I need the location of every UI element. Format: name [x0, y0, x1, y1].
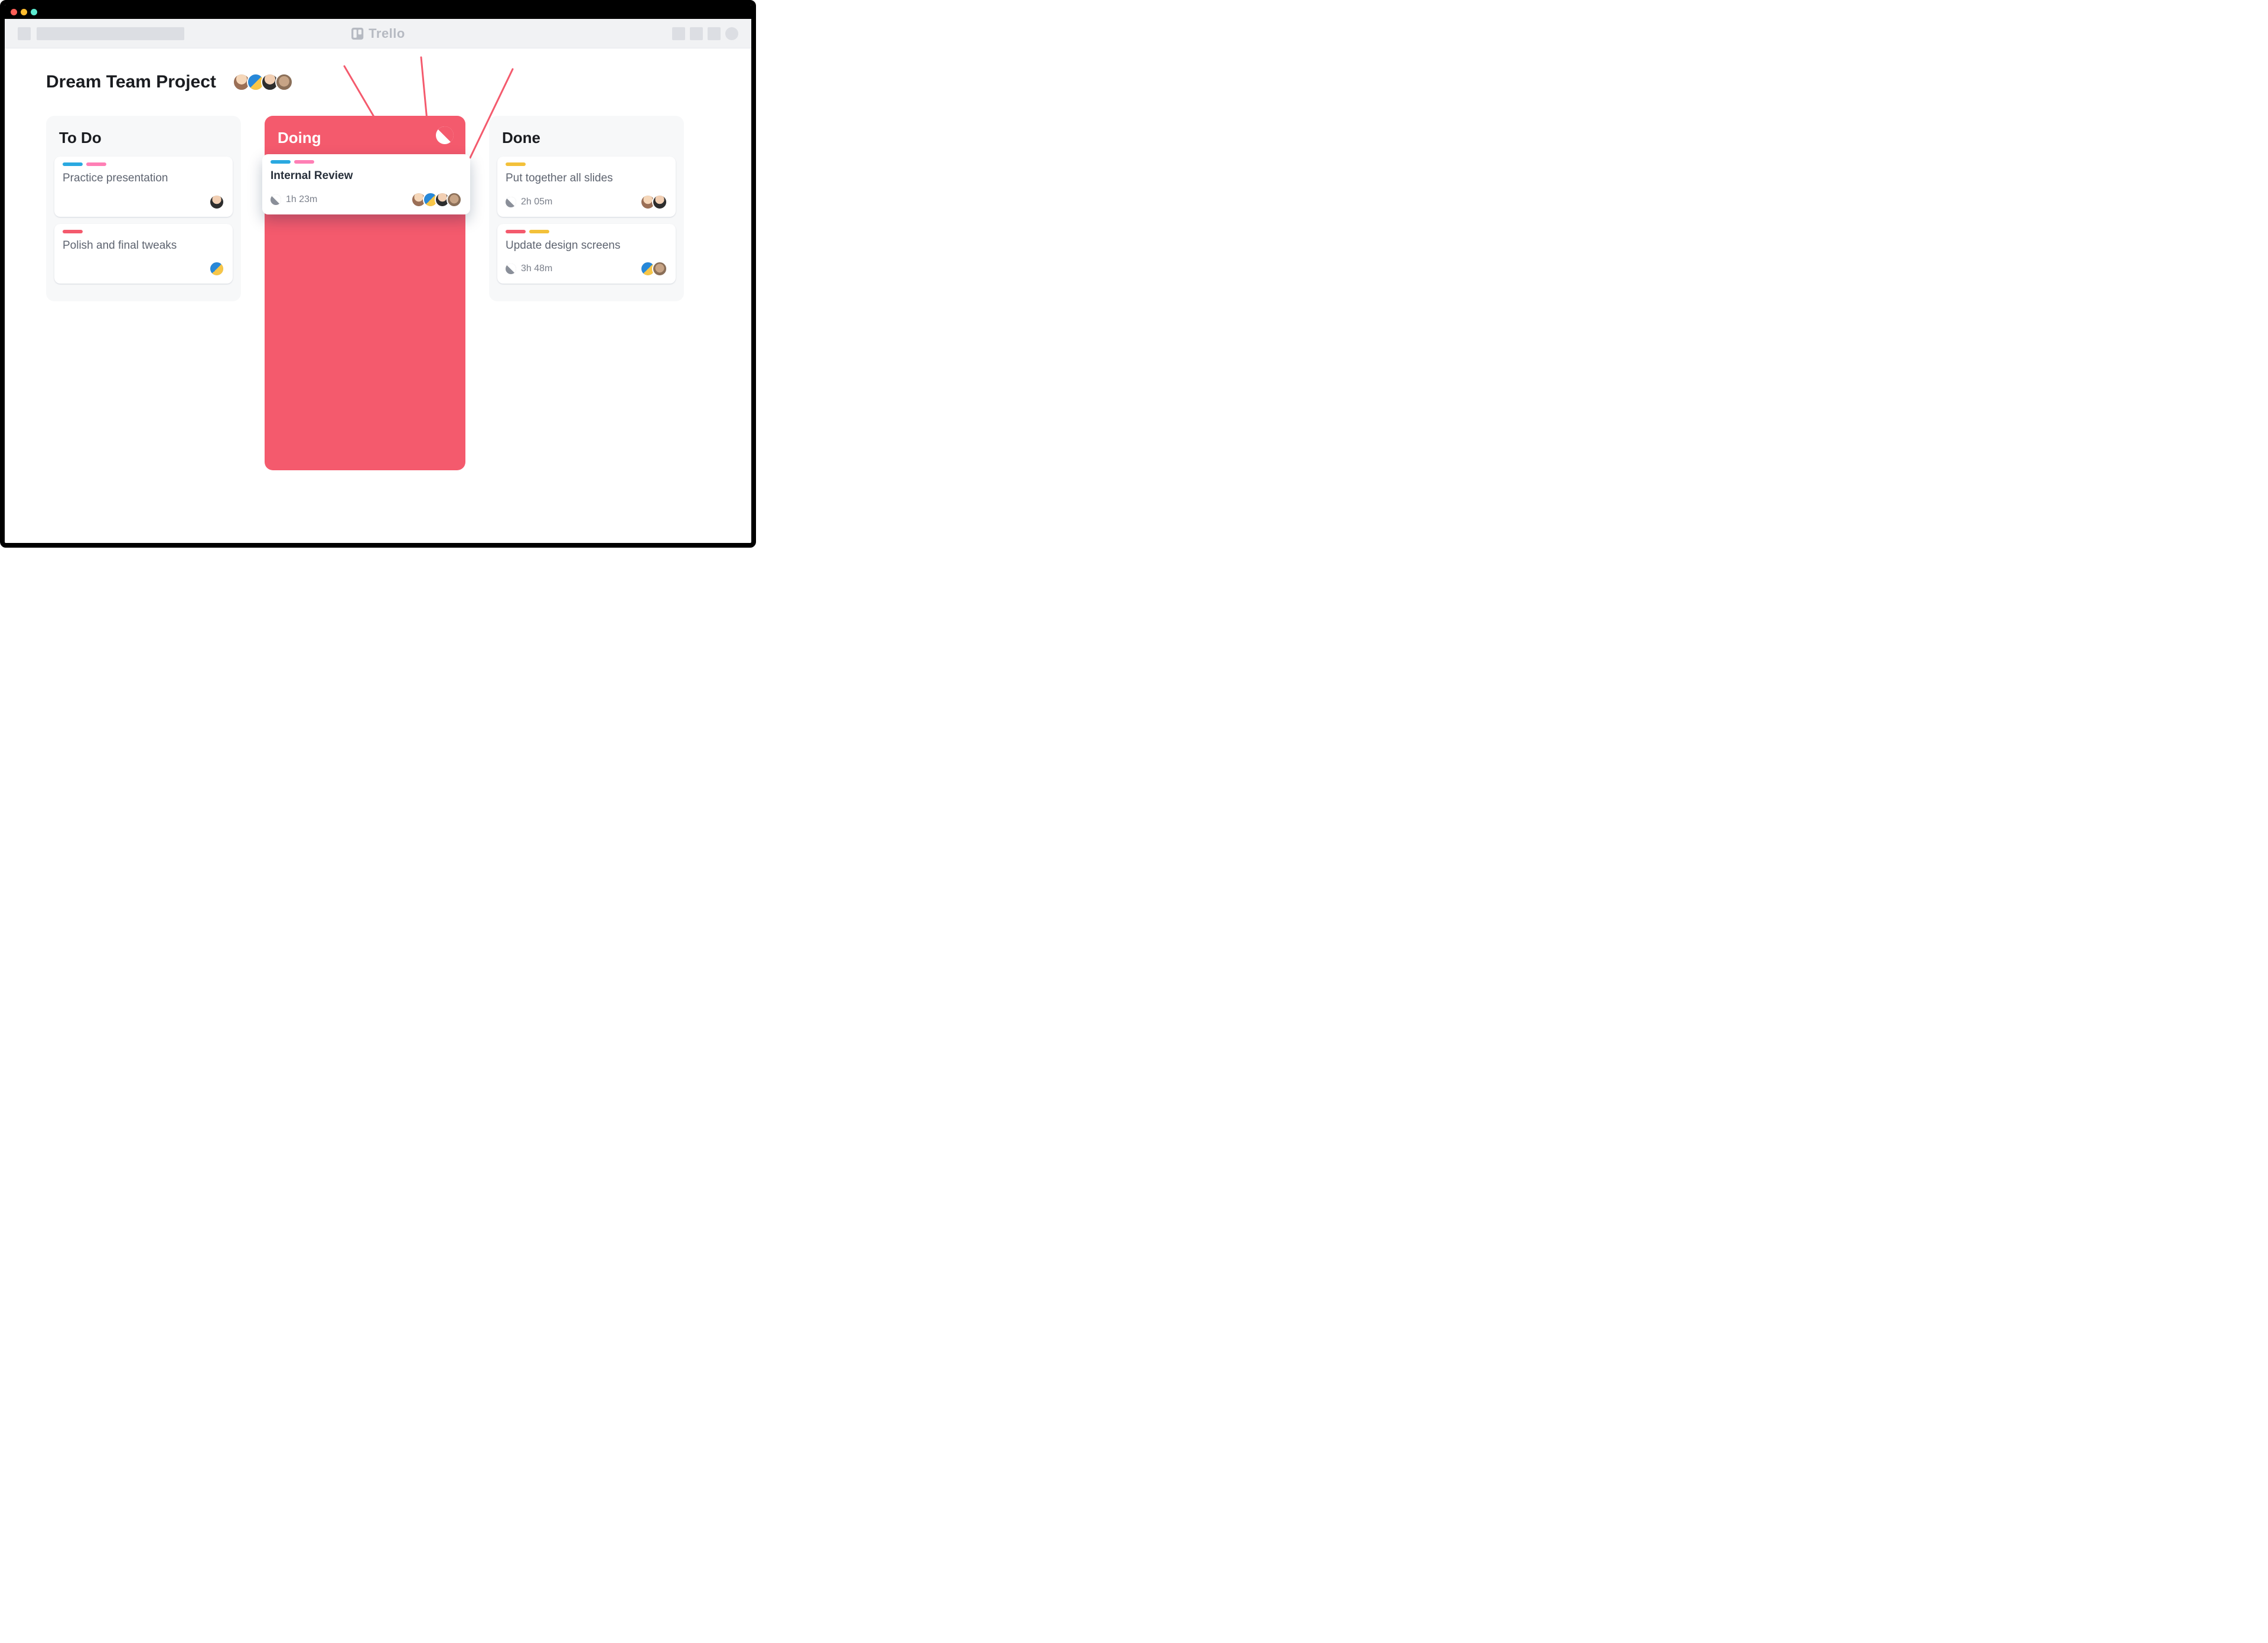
list-title[interactable]: To Do: [54, 126, 233, 157]
card-title: Update design screens: [506, 238, 667, 253]
toolbar-placeholder-button[interactable]: [18, 27, 31, 40]
toolbar-placeholder-action-3[interactable]: [708, 27, 721, 40]
card-time-tracked: 1h 23m: [271, 194, 317, 205]
time-value: 2h 05m: [521, 197, 552, 207]
avatar[interactable]: [652, 261, 667, 276]
card-members: [209, 261, 224, 276]
toolbar-placeholder-action-1[interactable]: [672, 27, 685, 40]
app-name: Trello: [369, 26, 405, 41]
trello-logo-icon: [351, 27, 364, 40]
label-pink[interactable]: [86, 162, 106, 166]
label-yellow[interactable]: [529, 230, 549, 233]
label-blue[interactable]: [271, 160, 291, 164]
list-title[interactable]: Done: [497, 126, 676, 157]
card-members: [640, 194, 667, 210]
toolbar-placeholder-avatar[interactable]: [725, 27, 738, 40]
avatar[interactable]: [652, 194, 667, 210]
card-labels: [271, 160, 462, 164]
label-yellow[interactable]: [506, 162, 526, 166]
card-members: [411, 192, 462, 207]
board-area: Dream Team Project To Do Practice presen…: [5, 48, 751, 470]
card-footer: [63, 261, 224, 276]
card-title: Polish and final tweaks: [63, 238, 224, 253]
label-coral[interactable]: [506, 230, 526, 233]
card-labels: [506, 162, 667, 166]
avatar[interactable]: [209, 194, 224, 210]
window-titlebar: [5, 5, 751, 19]
card[interactable]: Practice presentation: [54, 157, 233, 217]
card-footer: 1h 23m: [271, 192, 462, 207]
list-title[interactable]: Doing: [273, 126, 457, 157]
board-title[interactable]: Dream Team Project: [46, 72, 216, 92]
window-maximize-icon[interactable]: [31, 9, 37, 15]
avatar[interactable]: [447, 192, 462, 207]
app-brand: Trello: [351, 26, 405, 41]
card[interactable]: Internal Review 1h 23m: [262, 154, 470, 214]
label-blue[interactable]: [63, 162, 83, 166]
card-labels: [63, 162, 224, 166]
label-coral[interactable]: [63, 230, 83, 233]
app-window: Trello Dream Team Project: [0, 0, 756, 548]
toolbar-placeholder-action-2[interactable]: [690, 27, 703, 40]
board-members[interactable]: [233, 73, 293, 91]
card-footer: [63, 194, 224, 210]
list-done[interactable]: Done Put together all slides 2h 05m: [489, 116, 684, 301]
card[interactable]: Put together all slides 2h 05m: [497, 157, 676, 217]
card-labels: [506, 230, 667, 233]
window-minimize-icon[interactable]: [21, 9, 27, 15]
board-header: Dream Team Project: [46, 72, 710, 92]
card[interactable]: Polish and final tweaks: [54, 224, 233, 284]
card-members: [640, 261, 667, 276]
card[interactable]: Update design screens 3h 48m: [497, 224, 676, 284]
list-doing[interactable]: Doing Internal Review 1h 23m: [265, 116, 465, 470]
activity-timer-icon[interactable]: [436, 126, 454, 144]
card-labels: [63, 230, 224, 233]
avatar[interactable]: [209, 261, 224, 276]
timer-icon: [506, 197, 516, 207]
avatar[interactable]: [275, 73, 293, 91]
board-lists: To Do Practice presentation: [46, 116, 710, 470]
toolbar-left-group: [18, 27, 184, 40]
card-title: Internal Review: [271, 168, 462, 184]
window-close-icon[interactable]: [11, 9, 17, 15]
label-pink[interactable]: [294, 160, 314, 164]
list-todo[interactable]: To Do Practice presentation: [46, 116, 241, 301]
card-title: Put together all slides: [506, 171, 667, 186]
time-value: 3h 48m: [521, 263, 552, 274]
card-time-tracked: 3h 48m: [506, 263, 552, 274]
card-footer: 2h 05m: [506, 194, 667, 210]
toolbar-placeholder-search[interactable]: [37, 27, 184, 40]
time-value: 1h 23m: [286, 194, 317, 205]
toolbar-right-group: [672, 27, 738, 40]
timer-icon: [271, 194, 281, 205]
card-members: [209, 194, 224, 210]
card-time-tracked: 2h 05m: [506, 197, 552, 207]
card-footer: 3h 48m: [506, 261, 667, 276]
card-title: Practice presentation: [63, 171, 224, 186]
top-toolbar: Trello: [5, 19, 751, 48]
timer-icon: [506, 263, 516, 274]
